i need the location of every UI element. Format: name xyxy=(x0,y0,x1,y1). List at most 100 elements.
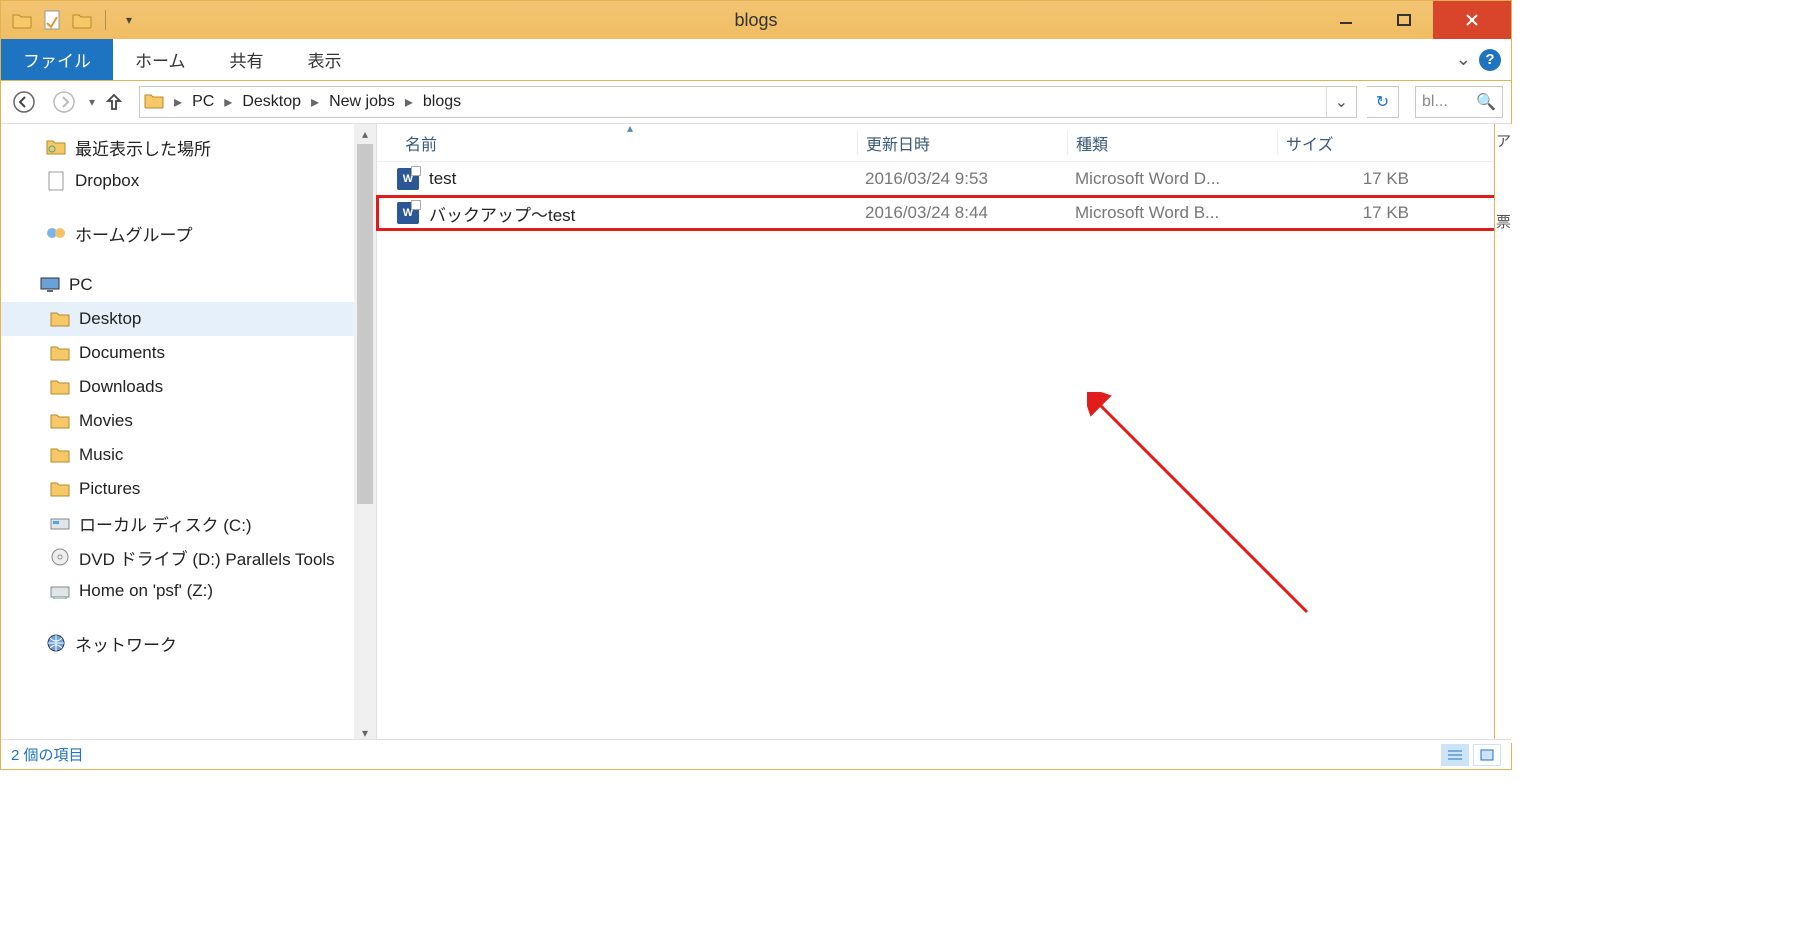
nav-homegroup[interactable]: ホームグループ xyxy=(1,216,376,250)
column-name[interactable]: 名前 ▴ xyxy=(397,131,857,155)
file-type: Microsoft Word B... xyxy=(1067,203,1277,223)
folder-icon xyxy=(49,376,71,398)
folder-icon xyxy=(49,308,71,330)
column-type[interactable]: 種類 xyxy=(1067,131,1277,155)
nav-pictures[interactable]: Pictures xyxy=(1,472,376,506)
chevron-right-icon[interactable]: ▸ xyxy=(222,92,234,112)
nav-psf[interactable]: Home on 'psf' (Z:) xyxy=(1,574,376,608)
file-type: Microsoft Word D... xyxy=(1067,169,1277,189)
nav-dvd[interactable]: DVD ドライブ (D:) Parallels Tools xyxy=(1,540,376,574)
file-date: 2016/03/24 8:44 xyxy=(857,203,1067,223)
refresh-button[interactable]: ↻ xyxy=(1367,86,1399,118)
nav-label: Documents xyxy=(79,343,165,363)
folder-icon xyxy=(49,342,71,364)
details-view-button[interactable] xyxy=(1441,744,1469,766)
scrollbar-thumb[interactable] xyxy=(357,144,373,504)
column-headers: 名前 ▴ 更新日時 種類 サイズ xyxy=(377,124,1511,162)
nav-label: ネットワーク xyxy=(75,631,177,656)
close-button[interactable] xyxy=(1433,1,1511,39)
nav-documents[interactable]: Documents xyxy=(1,336,376,370)
maximize-button[interactable] xyxy=(1375,1,1433,39)
breadcrumb-pc[interactable]: PC xyxy=(190,93,216,111)
search-placeholder: bl... xyxy=(1422,93,1448,111)
nav-network[interactable]: ネットワーク xyxy=(1,626,376,660)
drive-icon xyxy=(49,512,71,534)
file-icon xyxy=(45,170,67,192)
column-date[interactable]: 更新日時 xyxy=(857,131,1067,155)
nav-label: 最近表示した場所 xyxy=(75,135,211,160)
nav-label: Desktop xyxy=(79,309,141,329)
computer-icon xyxy=(39,274,61,296)
search-input[interactable]: bl... 🔍 xyxy=(1415,86,1503,118)
nav-label: ローカル ディスク (C:) xyxy=(79,511,252,536)
disc-icon xyxy=(49,546,71,568)
up-button[interactable] xyxy=(105,92,129,112)
folder-icon xyxy=(11,9,33,31)
folder-icon xyxy=(144,91,166,113)
help-icon[interactable]: ? xyxy=(1479,49,1501,71)
share-tab[interactable]: 共有 xyxy=(208,39,286,80)
breadcrumb-newjobs[interactable]: New jobs xyxy=(327,93,397,111)
nav-label: Downloads xyxy=(79,377,163,397)
nav-label: Dropbox xyxy=(75,171,139,191)
nav-movies[interactable]: Movies xyxy=(1,404,376,438)
nav-label: ホームグループ xyxy=(75,221,192,246)
nav-label: PC xyxy=(69,275,93,295)
side-strip-label: 票 xyxy=(1496,211,1511,232)
minimize-button[interactable] xyxy=(1317,1,1375,39)
titlebar: ▾ blogs xyxy=(1,1,1511,39)
chevron-right-icon[interactable]: ▸ xyxy=(309,92,321,112)
nav-downloads[interactable]: Downloads xyxy=(1,370,376,404)
file-tab[interactable]: ファイル xyxy=(1,39,113,80)
file-name: test xyxy=(429,169,456,189)
folder-icon xyxy=(49,478,71,500)
nav-music[interactable]: Music xyxy=(1,438,376,472)
large-icons-view-button[interactable] xyxy=(1473,744,1501,766)
nav-dropbox[interactable]: Dropbox xyxy=(1,164,376,198)
window-controls xyxy=(1317,1,1511,39)
nav-label: Movies xyxy=(79,411,133,431)
side-strip-label: ア xyxy=(1496,130,1511,151)
nav-pc[interactable]: PC xyxy=(1,268,376,302)
nav-desktop[interactable]: Desktop xyxy=(1,302,376,336)
breadcrumb-desktop[interactable]: Desktop xyxy=(240,93,303,111)
file-row[interactable]: W test 2016/03/24 9:53 Microsoft Word D.… xyxy=(377,162,1511,196)
qat-dropdown-icon[interactable]: ▾ xyxy=(118,9,140,31)
chevron-right-icon[interactable]: ▸ xyxy=(172,92,184,112)
file-size: 17 KB xyxy=(1277,169,1417,189)
new-folder-icon[interactable] xyxy=(71,9,93,31)
properties-icon[interactable] xyxy=(41,9,63,31)
address-dropdown-icon[interactable]: ⌄ xyxy=(1326,87,1356,117)
chevron-right-icon[interactable]: ▸ xyxy=(403,92,415,112)
nav-cdrive[interactable]: ローカル ディスク (C:) xyxy=(1,506,376,540)
forward-button[interactable] xyxy=(49,87,79,117)
home-tab[interactable]: ホーム xyxy=(113,39,208,80)
window-title: blogs xyxy=(1,10,1511,31)
history-dropdown-icon[interactable]: ▾ xyxy=(89,95,95,109)
network-drive-icon xyxy=(49,580,71,602)
nav-recent[interactable]: 最近表示した場所 xyxy=(1,130,376,164)
navigation-pane: 最近表示した場所 Dropbox ホームグループ PC xyxy=(1,124,377,743)
chevron-down-icon[interactable]: ⌄ xyxy=(1456,49,1471,70)
side-strip: ア 票 xyxy=(1494,124,1512,743)
breadcrumb-blogs[interactable]: blogs xyxy=(421,93,463,111)
sort-indicator-icon: ▴ xyxy=(627,121,633,135)
address-bar-row: ▾ ▸ PC ▸ Desktop ▸ New jobs ▸ blogs ⌄ ↻ … xyxy=(1,81,1511,123)
explorer-window: ▾ blogs ファイル ホーム 共有 表示 ⌄ ? ▾ xyxy=(0,0,1512,770)
file-size: 17 KB xyxy=(1277,203,1417,223)
file-row[interactable]: W バックアップ～test 2016/03/24 8:44 Microsoft … xyxy=(377,196,1511,230)
word-document-icon: W xyxy=(397,168,419,190)
qat-separator xyxy=(105,10,106,30)
file-list-pane: 名前 ▴ 更新日時 種類 サイズ W test 2016/03/24 9:53 … xyxy=(377,124,1511,743)
file-date: 2016/03/24 9:53 xyxy=(857,169,1067,189)
scroll-up-icon[interactable]: ▴ xyxy=(354,124,376,144)
column-size[interactable]: サイズ xyxy=(1277,131,1417,155)
back-button[interactable] xyxy=(9,87,39,117)
view-tab[interactable]: 表示 xyxy=(286,39,364,80)
homegroup-icon xyxy=(45,222,67,244)
navpane-scrollbar[interactable]: ▴ ▾ xyxy=(354,124,376,743)
address-bar[interactable]: ▸ PC ▸ Desktop ▸ New jobs ▸ blogs ⌄ xyxy=(139,86,1357,118)
file-name: バックアップ～test xyxy=(429,201,575,226)
nav-label: Music xyxy=(79,445,123,465)
word-backup-icon: W xyxy=(397,202,419,224)
